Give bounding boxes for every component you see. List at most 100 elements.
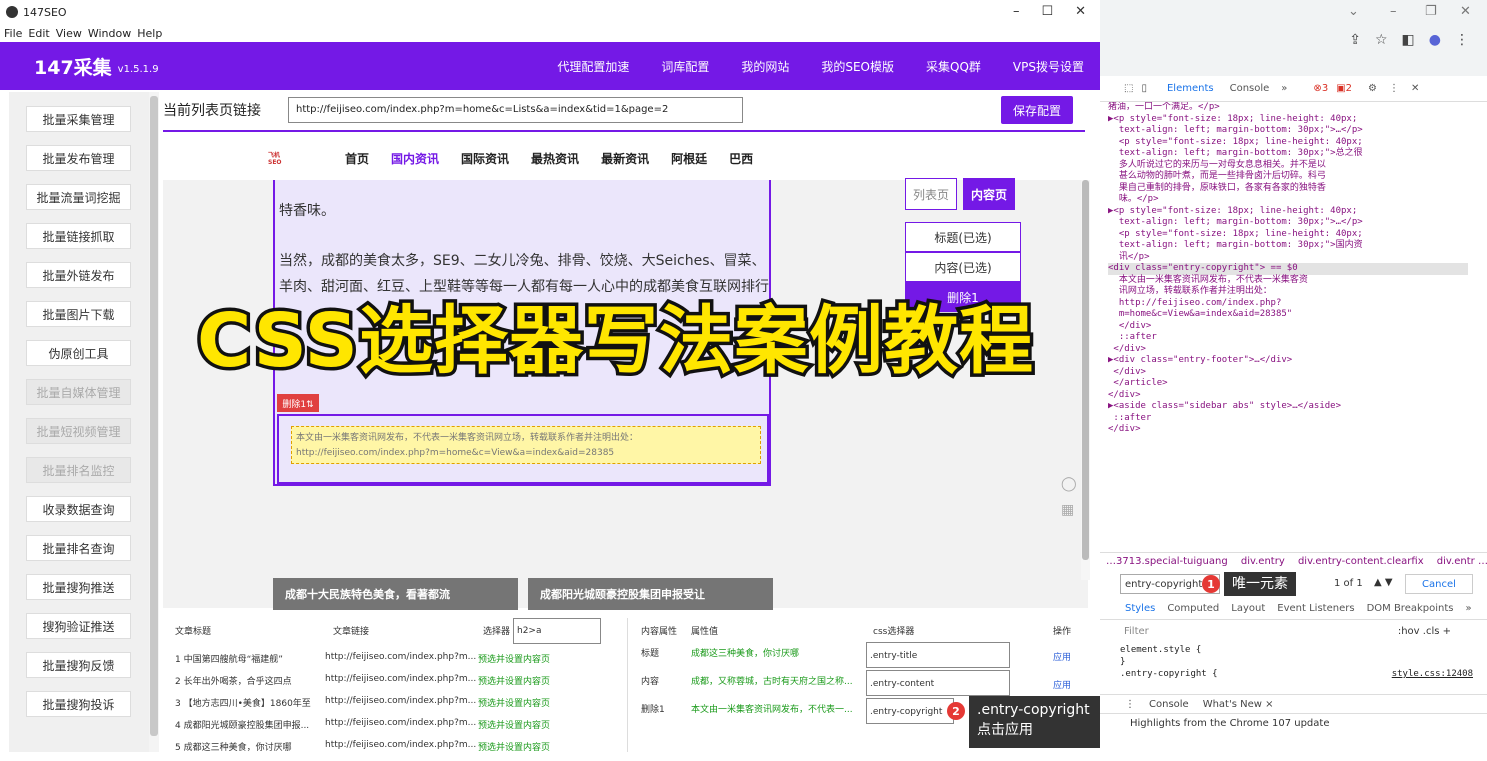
crumb[interactable]: div.entry-content.clearfix [1298,556,1424,567]
sidebar-item-rank-query[interactable]: 批量排名查询 [26,535,131,561]
nav-my-sites[interactable]: 我的网站 [741,58,789,75]
dom-line[interactable]: 多人听说过它的来历与一对母女息息相关。并不是以 [1108,160,1468,172]
crumb[interactable]: …3713.special-tuiguang [1106,556,1228,567]
dom-line[interactable]: ▶<p style="font-size: 18px; line-height:… [1108,114,1468,126]
dom-line[interactable]: </article> [1108,378,1468,390]
tab-more[interactable]: » [1281,83,1287,94]
tab-content-page[interactable]: 内容页 [963,178,1015,210]
table-row[interactable]: 1 中国第四艘航母“福建舰” http://feijiseo.com/index… [163,648,627,670]
tab-dom-breakpoints[interactable]: DOM Breakpoints [1367,603,1454,614]
device-icon[interactable]: ▯ [1141,83,1147,94]
dom-line[interactable]: </div> [1108,390,1468,402]
menu-window[interactable]: Window [88,27,131,40]
tab-styles[interactable]: Styles [1125,603,1155,614]
sidebar-item-pseudo-original[interactable]: 伪原创工具 [26,340,131,366]
dom-line[interactable]: text-align: left; margin-bottom: 30px;">… [1108,217,1468,229]
sidebar-item-sogou-verify[interactable]: 搜狗验证推送 [26,613,131,639]
tab-list-page[interactable]: 列表页 [905,178,957,210]
sidebar-item-short-video[interactable]: 批量短视频管理 [26,418,131,444]
crumb[interactable]: div.entr … [1437,556,1487,567]
close-icon[interactable]: ✕ [1460,4,1471,19]
cancel-button[interactable]: Cancel [1405,574,1473,594]
dom-line[interactable]: ▶<p style="font-size: 18px; line-height:… [1108,206,1468,218]
tab-whats-new[interactable]: What's New × [1203,699,1274,710]
row-action[interactable]: 预选并设置内容页 [478,652,550,665]
maximize-button[interactable]: ☐ [1041,4,1053,19]
tab-drawer-console[interactable]: Console [1149,699,1189,710]
dom-line[interactable]: text-align: left; margin-bottom: 30px;">… [1108,148,1468,160]
copyright-selection-box[interactable]: 本文由一米集客资讯网发布，不代表一米集客资讯网立场，转载联系作者并注明出处：ht… [277,414,769,484]
dom-line[interactable]: </div> [1108,321,1468,333]
dom-line[interactable]: 果自己重制的排骨，原味铁口，各家有各家的独特香 [1108,183,1468,195]
filter-input[interactable]: Filter [1124,626,1149,637]
close-devtools-icon[interactable]: ✕ [1411,83,1419,94]
crumb[interactable]: div.entry [1241,556,1285,567]
sidebar-item-rank-monitor[interactable]: 批量排名监控 [26,457,131,483]
sidebar-item-sogou-complaint[interactable]: 批量搜狗投诉 [26,691,131,717]
tab-event-listeners[interactable]: Event Listeners [1277,603,1354,614]
related-card[interactable]: 成都十大民族特色美食，看著都流 [273,578,518,610]
delete-tag[interactable]: 删除1⇅ [277,394,319,412]
table-row[interactable]: 3 【地方志四川•美食】1860年至 http://feijiseo.com/i… [163,692,627,714]
star-icon[interactable]: ☆ [1375,32,1388,48]
dom-line[interactable]: ::after [1108,413,1468,425]
dom-line[interactable]: text-align: left; margin-bottom: 30px;">… [1108,125,1468,137]
dom-line[interactable]: ::after [1108,332,1468,344]
drawer-menu-icon[interactable]: ⋮ [1125,699,1135,710]
sidebar-item-publish[interactable]: 批量发布管理 [26,145,131,171]
preview-scrollbar[interactable] [1081,180,1090,580]
minimize-icon[interactable]: – [1390,4,1397,19]
sidebar-scrollbar[interactable] [149,92,159,752]
search-prev-next[interactable]: ▲ ▼ [1374,577,1393,588]
tab-layout[interactable]: Layout [1231,603,1265,614]
css-selector-input[interactable]: .entry-content [866,670,1010,696]
sidebar-item-image-download[interactable]: 批量图片下载 [26,301,131,327]
css-selector-input[interactable]: .entry-title [866,642,1010,668]
site-nav-hot[interactable]: 最热资讯 [531,150,579,167]
sidebar-item-link-grab[interactable]: 批量链接抓取 [26,223,131,249]
site-nav-latest[interactable]: 最新资讯 [601,150,649,167]
dom-line[interactable]: 讯网立场，转载联系作者并注明出处： [1108,286,1468,298]
dom-line[interactable]: 味。</p> [1108,194,1468,206]
tab-more[interactable]: » [1465,603,1471,614]
apply-button[interactable]: 应用 [1053,650,1071,663]
nav-seo-templates[interactable]: 我的SEO模版 [821,58,894,75]
dom-line[interactable]: 本文由一米集客资讯网发布，不代表一米集客资 [1108,275,1468,287]
tab-elements[interactable]: Elements [1167,83,1214,94]
dom-line[interactable]: </div> [1108,367,1468,379]
row-action[interactable]: 预选并设置内容页 [478,696,550,709]
site-nav-international[interactable]: 国际资讯 [461,150,509,167]
table-row[interactable]: 4 成都阳光城颐豪控股集团申报... http://feijiseo.com/i… [163,714,627,736]
dom-line[interactable]: ▶<aside class="sidebar abs" style>…</asi… [1108,401,1468,413]
field-title[interactable]: 标题(已选) [905,222,1021,252]
related-card[interactable]: 成都阳光城颐豪控股集团申报受让 [528,578,773,610]
profile-icon[interactable]: ● [1429,32,1441,48]
qrcode-icon[interactable]: ▦ [1061,502,1077,518]
minimize-button[interactable]: – [1013,4,1020,19]
site-nav-brazil[interactable]: 巴西 [729,150,753,167]
gear-icon[interactable]: ⚙ [1368,83,1377,94]
dom-line[interactable]: ▶<div class="entry-footer">…</div> [1108,355,1468,367]
row-action[interactable]: 预选并设置内容页 [478,740,550,752]
field-content[interactable]: 内容(已选) [905,252,1021,282]
dom-line[interactable]: 甚么动物的肺叶煮，而是一些排骨卤汁后切碎。科弓 [1108,171,1468,183]
dom-line[interactable]: <div class="entry-copyright"> == $0 [1108,263,1468,275]
share-icon[interactable]: ⇪ [1349,32,1361,48]
menu-help[interactable]: Help [137,27,162,40]
css-selector-input[interactable]: .entry-copyright [866,698,954,724]
restore-icon[interactable]: ❐ [1425,4,1437,19]
nav-wordbank[interactable]: 词库配置 [661,58,709,75]
selector-input[interactable]: h2>a [513,618,601,644]
sidebar-item-media[interactable]: 批量自媒体管理 [26,379,131,405]
menu-file[interactable]: File [4,27,22,40]
site-nav-home[interactable]: 首页 [345,150,369,167]
row-action[interactable]: 预选并设置内容页 [478,718,550,731]
filter-toggles[interactable]: :hov .cls + [1398,626,1451,637]
menu-view[interactable]: View [56,27,82,40]
nav-proxy[interactable]: 代理配置加速 [557,58,629,75]
styles-filter[interactable]: Filter :hov .cls + [1120,622,1475,642]
comment-icon[interactable]: ◯ [1061,476,1077,492]
sidebar-item-sogou-push[interactable]: 批量搜狗推送 [26,574,131,600]
dom-line[interactable]: </div> [1108,424,1468,436]
dom-tree[interactable]: 猪油，一口一个满足。</p> ▶<p style="font-size: 18px… [1108,102,1468,534]
